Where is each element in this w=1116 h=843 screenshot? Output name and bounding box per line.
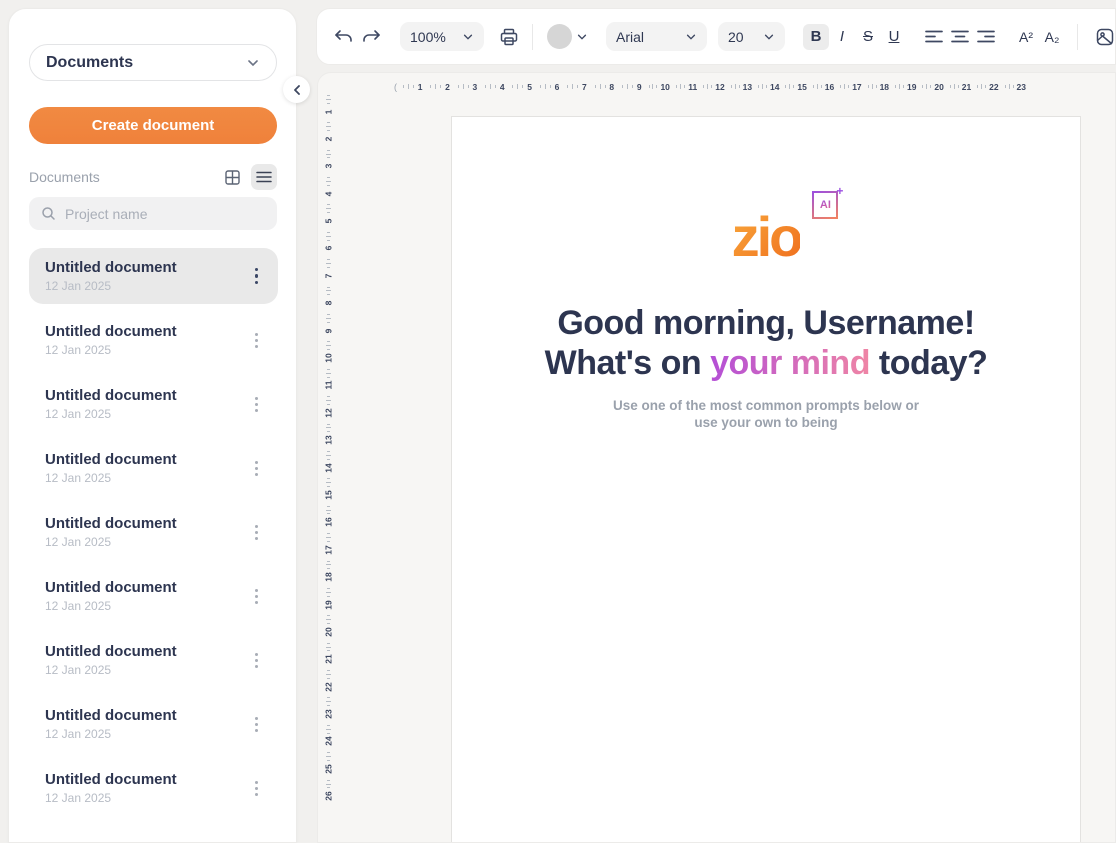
document-date: 12 Jan 2025: [45, 727, 249, 741]
sparkle-plus-icon: +: [836, 184, 843, 198]
formatting-toolbar: 100% Arial 20 B I S U A² A₂: [316, 8, 1116, 65]
document-title: Untitled document: [45, 387, 249, 404]
document-list-item[interactable]: Untitled document 12 Jan 2025: [29, 312, 278, 368]
document-list-item[interactable]: Untitled document 12 Jan 2025: [29, 568, 278, 624]
kebab-menu-icon[interactable]: [249, 585, 264, 608]
document-date: 12 Jan 2025: [45, 407, 249, 421]
sidebar: Documents Create document Documents Unti…: [8, 8, 297, 843]
italic-button[interactable]: I: [829, 24, 855, 50]
zoom-select[interactable]: 100%: [400, 22, 484, 51]
kebab-menu-icon[interactable]: [249, 393, 264, 416]
document-date: 12 Jan 2025: [45, 599, 249, 613]
sidebar-collapse-button[interactable]: [283, 76, 310, 103]
kebab-menu-icon[interactable]: [249, 649, 264, 672]
create-document-button[interactable]: Create document: [29, 107, 277, 144]
document-title: Untitled document: [45, 515, 249, 532]
kebab-menu-icon[interactable]: [249, 521, 264, 544]
font-family-value: Arial: [616, 29, 644, 45]
document-item-text: Untitled document 12 Jan 2025: [45, 771, 249, 805]
document-item-text: Untitled document 12 Jan 2025: [45, 579, 249, 613]
document-title: Untitled document: [45, 643, 249, 660]
document-list-item[interactable]: Untitled document 12 Jan 2025: [29, 376, 278, 432]
align-left-icon[interactable]: [921, 24, 947, 50]
document-item-text: Untitled document 12 Jan 2025: [45, 323, 249, 357]
search-box[interactable]: [29, 197, 277, 230]
chevron-down-icon: [246, 56, 260, 70]
insert-image-icon[interactable]: [1092, 24, 1116, 50]
list-view-icon[interactable]: [251, 164, 277, 190]
font-size-select[interactable]: 20: [718, 22, 785, 51]
zio-logo-text: zio: [732, 205, 801, 268]
document-list: Untitled document 12 Jan 2025 Untitled d…: [29, 248, 278, 824]
align-right-icon[interactable]: [973, 24, 999, 50]
underline-button[interactable]: U: [881, 24, 907, 50]
grid-view-icon[interactable]: [219, 164, 245, 190]
greeting-line2: What's on your mind today?: [452, 343, 1080, 383]
ai-badge-icon: AI +: [812, 191, 838, 219]
greeting-highlight: your mind: [710, 344, 870, 382]
redo-icon[interactable]: [358, 24, 384, 50]
document-item-text: Untitled document 12 Jan 2025: [45, 515, 249, 549]
document-title: Untitled document: [45, 451, 249, 468]
document-item-text: Untitled document 12 Jan 2025: [45, 387, 249, 421]
vertical-ruler: 1234567891011121314151617181920212223242…: [322, 92, 335, 842]
kebab-menu-icon[interactable]: [249, 777, 264, 800]
kebab-menu-icon[interactable]: [249, 713, 264, 736]
font-family-select[interactable]: Arial: [606, 22, 707, 51]
bold-button[interactable]: B: [803, 24, 829, 50]
document-date: 12 Jan 2025: [45, 279, 249, 293]
documents-section-header: Documents: [29, 164, 277, 190]
align-center-icon[interactable]: [947, 24, 973, 50]
document-title: Untitled document: [45, 771, 249, 788]
document-date: 12 Jan 2025: [45, 791, 249, 805]
document-title: Untitled document: [45, 707, 249, 724]
document-list-item[interactable]: Untitled document 12 Jan 2025: [29, 696, 278, 752]
color-chevron-down-icon[interactable]: [576, 31, 588, 43]
document-title: Untitled document: [45, 259, 249, 276]
editor-canvas: (1234567891011121314151617181920212223 1…: [317, 72, 1116, 843]
collection-selector[interactable]: Documents: [29, 44, 277, 81]
zoom-value: 100%: [410, 29, 446, 45]
strikethrough-button[interactable]: S: [855, 24, 881, 50]
document-list-item[interactable]: Untitled document 12 Jan 2025: [29, 248, 278, 304]
kebab-menu-icon[interactable]: [249, 264, 265, 289]
greeting-heading: Good morning, Username! What's on your m…: [452, 303, 1080, 383]
document-title: Untitled document: [45, 579, 249, 596]
horizontal-ruler: (1234567891011121314151617181920212223: [394, 80, 1029, 93]
color-swatch[interactable]: [546, 24, 572, 50]
document-date: 12 Jan 2025: [45, 343, 249, 357]
search-input[interactable]: [65, 206, 255, 222]
document-date: 12 Jan 2025: [45, 535, 249, 549]
document-title: Untitled document: [45, 323, 249, 340]
document-item-text: Untitled document 12 Jan 2025: [45, 643, 249, 677]
undo-icon[interactable]: [330, 24, 356, 50]
document-date: 12 Jan 2025: [45, 471, 249, 485]
document-date: 12 Jan 2025: [45, 663, 249, 677]
subscript-button[interactable]: A₂: [1039, 24, 1065, 50]
search-icon: [41, 206, 56, 221]
document-item-text: Untitled document 12 Jan 2025: [45, 451, 249, 485]
document-list-item[interactable]: Untitled document 12 Jan 2025: [29, 504, 278, 560]
document-item-text: Untitled document 12 Jan 2025: [45, 707, 249, 741]
document-item-text: Untitled document 12 Jan 2025: [45, 259, 249, 293]
greeting-line1: Good morning, Username!: [452, 303, 1080, 343]
collection-selector-value: Documents: [46, 54, 246, 72]
font-size-value: 20: [728, 29, 744, 45]
document-page[interactable]: zio AI + Good morning, Username! What's …: [451, 116, 1081, 843]
document-list-item[interactable]: Untitled document 12 Jan 2025: [29, 760, 278, 816]
document-list-item[interactable]: Untitled document 12 Jan 2025: [29, 440, 278, 496]
documents-section-label: Documents: [29, 169, 213, 185]
print-icon[interactable]: [496, 24, 522, 50]
zio-logo: zio AI +: [732, 209, 801, 265]
kebab-menu-icon[interactable]: [249, 457, 264, 480]
greeting-subtitle: Use one of the most common prompts below…: [452, 397, 1080, 431]
superscript-button[interactable]: A²: [1013, 24, 1039, 50]
document-list-item[interactable]: Untitled document 12 Jan 2025: [29, 632, 278, 688]
kebab-menu-icon[interactable]: [249, 329, 264, 352]
